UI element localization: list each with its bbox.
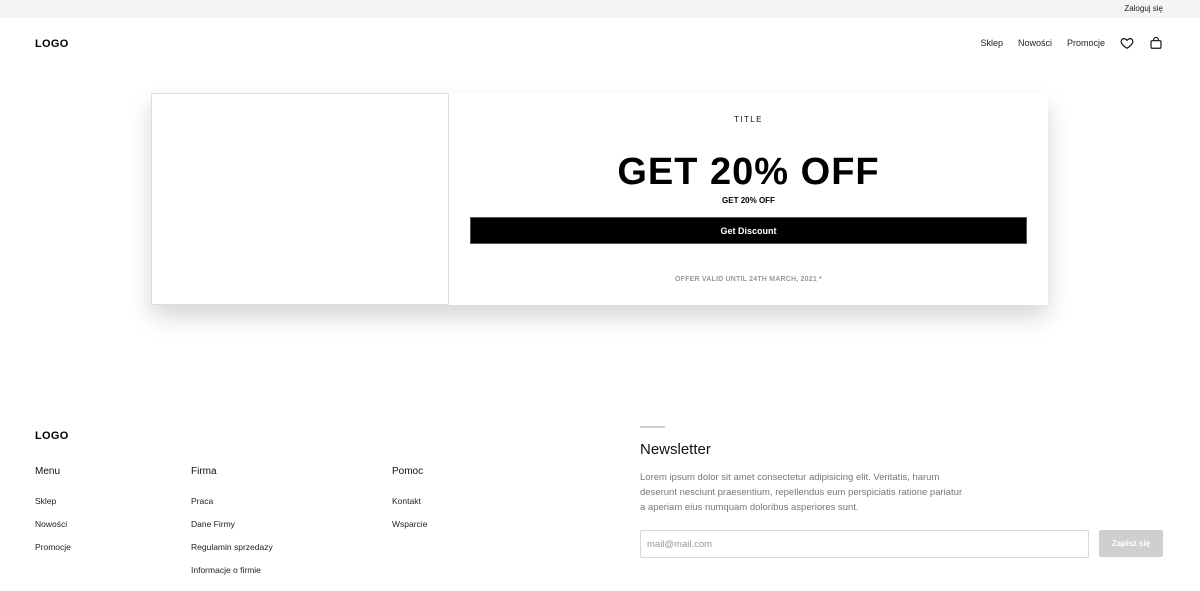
promo-content: TITLE GET 20% OFF GET 20% OFF Get Discou… [449, 93, 1048, 305]
promo-headline: GET 20% OFF [617, 151, 880, 193]
newsletter-accent-line [640, 426, 665, 428]
footer-logo[interactable]: LOGO [35, 430, 69, 442]
footer-link-wsparcie[interactable]: Wsparcie [392, 519, 427, 542]
newsletter-subscribe-button[interactable]: Zapisz się [1099, 530, 1163, 557]
footer-link-dane-firmy[interactable]: Dane Firmy [191, 519, 273, 542]
footer-column-heading: Firma [191, 466, 217, 477]
footer-column-heading: Pomoc [392, 466, 424, 477]
newsletter-heading: Newsletter [640, 441, 711, 458]
heart-icon[interactable] [1120, 36, 1134, 50]
footer-link-praca[interactable]: Praca [191, 496, 273, 519]
top-bar: Zaloguj się [0, 0, 1200, 18]
promo-card: TITLE GET 20% OFF GET 20% OFF Get Discou… [151, 93, 1048, 305]
nav-item-nowosci[interactable]: Nowości [1018, 38, 1052, 48]
footer-link-regulamin[interactable]: Regulamin sprzedazy [191, 542, 273, 565]
promo-title: TITLE [734, 115, 763, 124]
offer-validity-note: OFFER VALID UNTIL 24TH MARCH, 2021 * [675, 276, 822, 283]
login-link[interactable]: Zaloguj się [1124, 4, 1163, 13]
footer-link-promocje[interactable]: Promocje [35, 542, 71, 565]
promo-subheadline: GET 20% OFF [722, 196, 775, 205]
nav-item-promocje[interactable]: Promocje [1067, 38, 1105, 48]
get-discount-button[interactable]: Get Discount [470, 217, 1027, 244]
main-nav: Sklep Nowości Promocje [965, 36, 1163, 50]
footer-link-kontakt[interactable]: Kontakt [392, 496, 427, 519]
header-logo[interactable]: LOGO [35, 38, 69, 50]
footer-column-firma: Firma Praca Dane Firmy Regulamin sprzeda… [191, 466, 273, 588]
footer-column-pomoc: Pomoc Kontakt Wsparcie [392, 466, 427, 542]
footer-link-nowosci[interactable]: Nowości [35, 519, 71, 542]
promo-image-placeholder [151, 93, 449, 305]
footer-column-heading: Menu [35, 466, 61, 477]
newsletter-email-input[interactable] [640, 530, 1089, 558]
site-header: LOGO Sklep Nowości Promocje [0, 18, 1200, 70]
footer-column-menu: Menu Sklep Nowości Promocje [35, 466, 71, 565]
footer-link-informacje[interactable]: Informacje o firmie [191, 565, 273, 588]
newsletter-description: Lorem ipsum dolor sit amet consectetur a… [640, 472, 963, 513]
nav-item-sklep[interactable]: Sklep [980, 38, 1003, 48]
shopping-bag-icon[interactable] [1149, 36, 1163, 50]
footer-link-sklep[interactable]: Sklep [35, 496, 71, 519]
